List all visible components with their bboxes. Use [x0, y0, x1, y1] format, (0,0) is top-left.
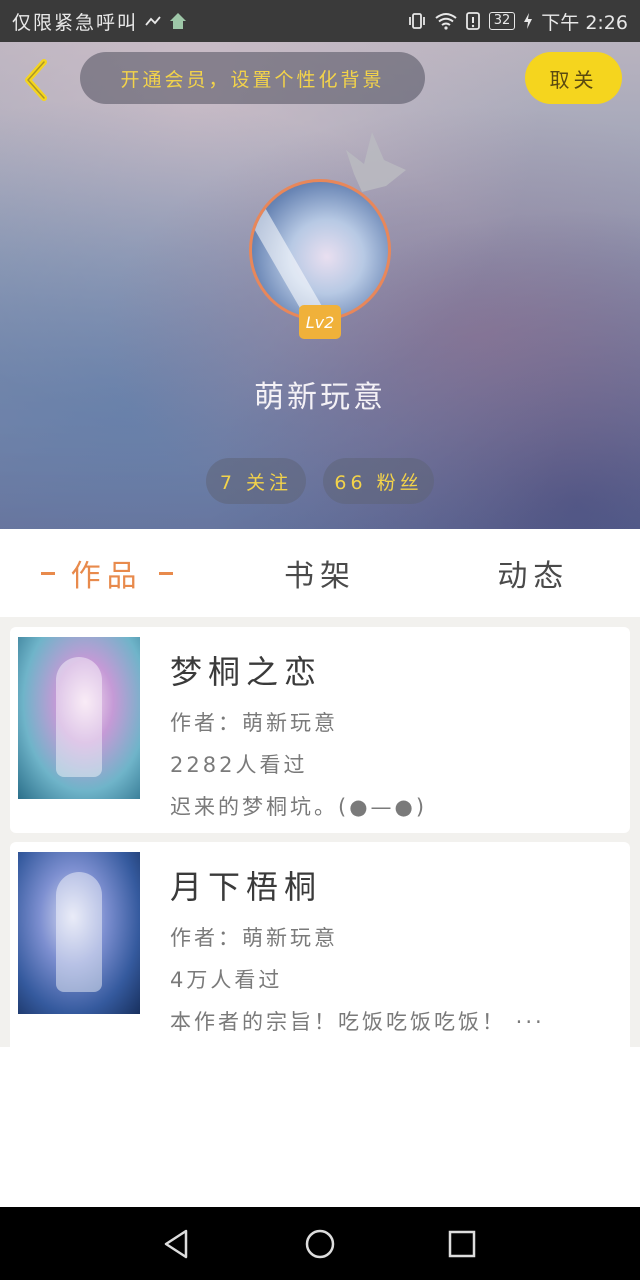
- works-list: 梦桐之恋 作者：萌新玩意 2282人看过 迟来的梦桐坑。(●—●) 月下梧桐 作…: [0, 617, 640, 1047]
- triangle-back-icon[interactable]: [160, 1227, 194, 1261]
- clock: 下午 2:26: [541, 11, 628, 34]
- tab-activity[interactable]: 动态: [427, 529, 640, 617]
- tab-works[interactable]: 作品: [0, 529, 213, 617]
- tab-label: 作品: [70, 559, 143, 594]
- work-views: 4万人看过: [170, 968, 283, 992]
- charging-icon: [524, 13, 533, 29]
- work-cover: [18, 637, 140, 799]
- system-navigation-bar: [0, 1207, 640, 1280]
- avatar[interactable]: [249, 179, 391, 321]
- missed-call-icon: [145, 16, 161, 26]
- work-card[interactable]: 月下梧桐 作者：萌新玩意 4万人看过 本作者的宗旨！吃饭吃饭吃饭！ ···: [10, 842, 630, 1047]
- level-badge: Lv2: [299, 305, 341, 339]
- sim-alert-icon: [465, 12, 480, 30]
- work-author: 作者：萌新玩意: [170, 926, 338, 950]
- work-title: 梦桐之恋: [170, 653, 323, 691]
- status-bar: 仅限紧急呼叫 32 下午 2:26: [0, 0, 640, 42]
- carrier-text: 仅限紧急呼叫: [12, 11, 139, 34]
- work-description: 迟来的梦桐坑。(●—●): [170, 795, 428, 819]
- vibrate-icon: [408, 13, 425, 29]
- nickname: 萌新玩意: [254, 380, 386, 415]
- wifi-icon: [435, 13, 457, 30]
- profile-tabs: 作品 书架 动态: [0, 529, 640, 617]
- status-right: 32 下午 2:26: [407, 8, 628, 35]
- battery-level: 32: [488, 12, 516, 30]
- tab-label: 书架: [283, 559, 356, 594]
- work-cover: [18, 852, 140, 1014]
- work-author: 作者：萌新玩意: [170, 711, 338, 735]
- tab-active-indicator-left: [40, 571, 55, 575]
- work-views: 2282人看过: [170, 753, 308, 777]
- square-recent-icon[interactable]: [445, 1227, 479, 1261]
- tab-bookshelf[interactable]: 书架: [213, 529, 426, 617]
- work-description: 本作者的宗旨！吃饭吃饭吃饭！ ···: [170, 1010, 545, 1034]
- back-arrow-icon[interactable]: [16, 56, 56, 104]
- work-info: 梦桐之恋 作者：萌新玩意 2282人看过 迟来的梦桐坑。(●—●): [170, 647, 610, 833]
- circle-home-icon[interactable]: [303, 1227, 337, 1261]
- fans-count[interactable]: 66 粉丝: [323, 458, 434, 504]
- unfollow-button[interactable]: 取关: [525, 52, 622, 104]
- work-card[interactable]: 梦桐之恋 作者：萌新玩意 2282人看过 迟来的梦桐坑。(●—●): [10, 627, 630, 833]
- work-info: 月下梧桐 作者：萌新玩意 4万人看过 本作者的宗旨！吃饭吃饭吃饭！ ···: [170, 862, 610, 1047]
- status-left: 仅限紧急呼叫: [12, 8, 407, 35]
- app-notification-icon: [170, 13, 187, 29]
- vip-background-promo[interactable]: 开通会员，设置个性化背景: [80, 52, 425, 104]
- following-count[interactable]: 7 关注: [206, 458, 306, 504]
- tab-active-indicator-right: [158, 571, 173, 575]
- avatar-art: [252, 195, 324, 318]
- tab-label: 动态: [497, 559, 570, 594]
- profile-header: 开通会员，设置个性化背景 取关 Lv2 萌新玩意 7 关注 66 粉丝: [0, 42, 640, 529]
- work-title: 月下梧桐: [170, 868, 323, 906]
